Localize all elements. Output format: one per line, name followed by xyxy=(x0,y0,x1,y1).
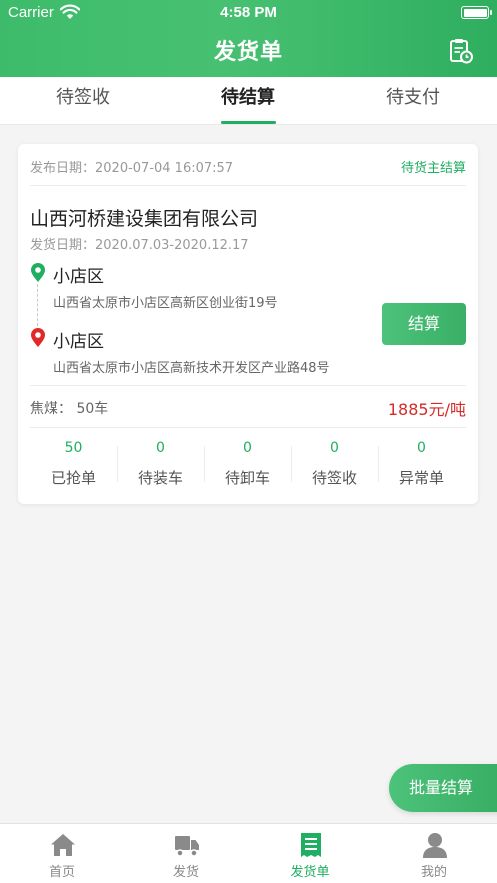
active-tab-indicator xyxy=(221,121,276,124)
batch-settle-button[interactable]: 批量结算 xyxy=(389,764,497,812)
company-name: 山西河桥建设集团有限公司 xyxy=(30,208,259,230)
status-tabs: 待签收 待结算 待支付 xyxy=(0,77,497,125)
stat-label: 已抢单 xyxy=(50,469,96,487)
stat-label: 待签收 xyxy=(311,469,357,487)
tabbar-label: 我的 xyxy=(420,865,447,880)
truck-icon xyxy=(175,836,199,857)
tabbar-label: 首页 xyxy=(48,865,75,880)
origin-place: 小店区 xyxy=(53,267,104,287)
tab-pending-receipt[interactable]: 待签收 xyxy=(3,77,163,125)
publish-date: 发布日期：2020-07-04 16:07:57 xyxy=(30,161,234,176)
stat-to-load[interactable]: 0 待装车 xyxy=(117,434,204,494)
stat-value: 0 xyxy=(417,440,426,456)
tabbar-item-mine[interactable]: 我的 xyxy=(372,824,496,883)
destination-place: 小店区 xyxy=(53,332,104,352)
stat-value: 50 xyxy=(64,440,83,456)
stat-to-sign[interactable]: 0 待签收 xyxy=(291,434,378,494)
stat-value: 0 xyxy=(243,440,252,456)
order-stats: 50 已抢单 0 待装车 0 待卸车 0 待签收 0 异常单 xyxy=(30,434,466,494)
status-bar: Carrier 4:58 PM xyxy=(0,0,497,26)
unit-price: 1885元/吨 xyxy=(387,400,466,419)
origin-address: 山西省太原市小店区高新区创业街19号 xyxy=(53,296,278,311)
clipboard-clock-icon[interactable] xyxy=(449,38,473,64)
destination-pin-icon xyxy=(31,328,45,347)
divider xyxy=(30,427,466,428)
user-icon xyxy=(423,833,447,858)
stat-abnormal[interactable]: 0 异常单 xyxy=(378,434,465,494)
app-header: Carrier 4:58 PM 发货单 xyxy=(0,0,497,77)
divider xyxy=(30,185,466,186)
stat-label: 待装车 xyxy=(137,469,183,487)
home-icon xyxy=(51,834,75,856)
tab-pending-settlement[interactable]: 待结算 xyxy=(168,77,328,125)
stat-value: 0 xyxy=(156,440,165,456)
stat-grabbed[interactable]: 50 已抢单 xyxy=(30,434,117,494)
tab-pending-payment[interactable]: 待支付 xyxy=(333,77,493,125)
page-title: 发货单 xyxy=(213,40,283,65)
order-card[interactable]: 发布日期：2020-07-04 16:07:57 待货主结算 山西河桥建设集团有… xyxy=(18,144,478,504)
tabbar-label: 发货单 xyxy=(290,865,330,880)
stat-to-unload[interactable]: 0 待卸车 xyxy=(204,434,291,494)
stat-label: 异常单 xyxy=(398,469,444,487)
status-badge: 待货主结算 xyxy=(400,161,466,176)
route-line xyxy=(37,284,38,326)
clock-time: 4:58 PM xyxy=(220,4,277,21)
origin-pin-icon xyxy=(31,263,45,282)
destination-address: 山西省太原市小店区高新技术开发区产业路48号 xyxy=(53,361,330,376)
cargo-info: 焦煤： 50车 xyxy=(30,401,109,417)
tabbar-item-orders[interactable]: 发货单 xyxy=(248,824,372,883)
ship-date: 发货日期：2020.07.03-2020.12.17 xyxy=(30,238,249,253)
receipt-icon xyxy=(301,833,321,857)
tabbar-item-home[interactable]: 首页 xyxy=(0,824,124,883)
stat-label: 待卸车 xyxy=(224,469,270,487)
divider xyxy=(30,385,466,386)
bottom-tabbar: 首页 发货 发货单 我的 xyxy=(0,823,497,883)
battery-icon xyxy=(461,6,492,19)
tabbar-label: 发货 xyxy=(172,865,199,880)
tabbar-item-ship[interactable]: 发货 xyxy=(124,824,248,883)
stat-value: 0 xyxy=(330,440,339,456)
settle-button[interactable]: 结算 xyxy=(382,303,466,345)
